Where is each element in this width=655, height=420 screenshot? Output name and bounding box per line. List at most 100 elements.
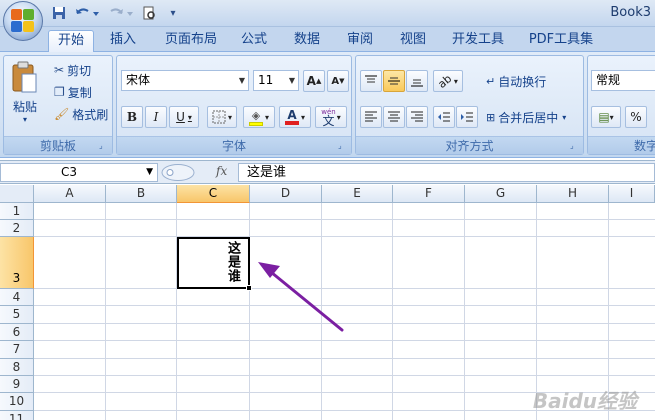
- tab-pdf-tools[interactable]: PDF工具集: [523, 30, 599, 52]
- format-painter-label: 格式刷: [72, 107, 109, 122]
- active-cell-c3[interactable]: 这是谁: [177, 237, 252, 291]
- row-header-11[interactable]: 11: [0, 411, 34, 420]
- gridline: [34, 340, 655, 341]
- row-header-2[interactable]: 2: [0, 220, 34, 237]
- formula-input[interactable]: 这是谁: [238, 163, 655, 182]
- merge-dropdown-icon: ▾: [562, 112, 567, 122]
- row-header-5[interactable]: 5: [0, 306, 34, 324]
- row-header-4[interactable]: 4: [0, 289, 34, 306]
- borders-button[interactable]: ▾: [207, 106, 237, 128]
- fill-handle[interactable]: [246, 285, 252, 291]
- shrink-font-button[interactable]: A ▼: [327, 70, 349, 92]
- merge-center-button[interactable]: ⊞ 合并后居中 ▾: [486, 108, 566, 126]
- font-name-select[interactable]: 宋体 ▼: [121, 70, 249, 91]
- column-header-e[interactable]: E: [322, 185, 393, 203]
- tab-home[interactable]: 开始: [48, 30, 94, 52]
- window-title: Book3: [610, 5, 651, 20]
- print-preview-icon[interactable]: [140, 4, 158, 22]
- row-header-3[interactable]: 3: [0, 237, 34, 289]
- font-name-value: 宋体: [126, 73, 151, 87]
- gridline: [34, 288, 655, 289]
- underline-button[interactable]: U ▾: [169, 106, 199, 128]
- worksheet-grid[interactable]: A B C D E F G H I 1 2 3 4 5 6 7 8 9 10 1…: [0, 185, 655, 420]
- tab-formulas[interactable]: 公式: [234, 30, 274, 52]
- percent-button[interactable]: %: [625, 106, 647, 128]
- insert-function-icon[interactable]: fx: [216, 164, 227, 178]
- orientation-icon: ab: [435, 71, 455, 91]
- expand-circle-icon[interactable]: [160, 163, 196, 182]
- column-header-h[interactable]: H: [537, 185, 609, 203]
- percent-icon: %: [630, 110, 642, 124]
- save-icon[interactable]: [50, 4, 68, 22]
- column-header-f[interactable]: F: [393, 185, 465, 203]
- align-center-button[interactable]: [383, 106, 405, 128]
- customize-qat-icon[interactable]: ▾: [166, 4, 180, 22]
- row-header-10[interactable]: 10: [0, 393, 34, 411]
- redo-icon[interactable]: [106, 4, 136, 22]
- font-size-select[interactable]: 11 ▼: [253, 70, 299, 91]
- name-box-value: C3: [61, 165, 78, 179]
- bottom-align-button[interactable]: [406, 70, 428, 92]
- row-header-8[interactable]: 8: [0, 359, 34, 376]
- align-right-button[interactable]: [406, 106, 428, 128]
- office-button[interactable]: [3, 1, 43, 41]
- tab-insert[interactable]: 插入: [103, 30, 143, 52]
- tab-view[interactable]: 视图: [393, 30, 433, 52]
- accounting-format-button[interactable]: ▤ ▾: [591, 106, 621, 128]
- tab-developer[interactable]: 开发工具: [445, 30, 511, 52]
- column-header-i[interactable]: I: [609, 185, 655, 203]
- phonetic-guide-button[interactable]: wén 文 ▾: [315, 106, 347, 128]
- italic-button[interactable]: I: [145, 106, 167, 128]
- paste-button[interactable]: 粘贴 ▾: [8, 60, 42, 130]
- title-bar: ▾ Book3: [0, 0, 655, 41]
- paste-dropdown-icon: ▾: [22, 115, 27, 124]
- row-header-6[interactable]: 6: [0, 324, 34, 341]
- cut-button[interactable]: ✂ 剪切: [54, 61, 91, 79]
- merge-center-label: 合并后居中: [498, 110, 559, 125]
- ribbon-tabs: 开始 插入 页面布局 公式 数据 审阅 视图 开发工具 PDF工具集: [0, 27, 655, 52]
- column-header-d[interactable]: D: [250, 185, 322, 203]
- align-left-button[interactable]: [360, 106, 382, 128]
- bold-button[interactable]: B: [121, 106, 143, 128]
- wrap-text-button[interactable]: ↵ 自动换行: [486, 72, 546, 90]
- grow-font-button[interactable]: A ▲: [303, 70, 325, 92]
- decrease-indent-button[interactable]: [433, 106, 455, 128]
- name-box-dropdown-icon: ▼: [146, 167, 153, 177]
- tab-page-layout[interactable]: 页面布局: [158, 30, 224, 52]
- fill-color-button[interactable]: ◈ ▾: [243, 106, 275, 128]
- middle-align-button[interactable]: [383, 70, 405, 92]
- name-box[interactable]: C3 ▼: [0, 163, 158, 182]
- row-header-9[interactable]: 9: [0, 376, 34, 393]
- format-painter-button[interactable]: 🖌 格式刷: [54, 105, 108, 123]
- cell-c3-text: 这是谁: [225, 241, 240, 283]
- column-header-g[interactable]: G: [465, 185, 537, 203]
- italic-icon: I: [153, 110, 159, 124]
- fill-bucket-icon: ◈: [248, 109, 263, 126]
- alignment-group-label: 对齐方式: [356, 136, 583, 154]
- cut-label: 剪切: [67, 63, 92, 78]
- orientation-button[interactable]: ab ▾: [433, 70, 463, 92]
- copy-button[interactable]: ❐ 复制: [54, 83, 92, 101]
- tab-data[interactable]: 数据: [287, 30, 327, 52]
- column-header-c[interactable]: C: [177, 185, 250, 203]
- column-header-b[interactable]: B: [106, 185, 177, 203]
- row-header-7[interactable]: 7: [0, 341, 34, 359]
- row-header-1[interactable]: 1: [0, 203, 34, 220]
- number-group-label: 数字: [588, 136, 655, 154]
- column-header-a[interactable]: A: [34, 185, 106, 203]
- undo-icon[interactable]: [72, 4, 102, 22]
- font-launcher-icon[interactable]: ⌟: [338, 141, 348, 151]
- number-format-select[interactable]: 常规: [591, 70, 655, 91]
- gridline: [34, 375, 655, 376]
- tab-review[interactable]: 审阅: [340, 30, 380, 52]
- alignment-group: ab ▾ ↵ 自动换行 ⊞ 合并后居中 ▾ 对齐方式 ⌟: [355, 55, 584, 155]
- middle-align-icon: [388, 77, 400, 85]
- increase-indent-button[interactable]: [456, 106, 478, 128]
- shrink-font-icon: A: [331, 75, 340, 87]
- font-color-button[interactable]: A ▾: [279, 106, 311, 128]
- select-all-corner[interactable]: [0, 185, 34, 203]
- top-align-button[interactable]: [360, 70, 382, 92]
- watermark-logo: Baidu经验: [532, 389, 637, 413]
- clipboard-launcher-icon[interactable]: ⌟: [99, 141, 109, 151]
- alignment-launcher-icon[interactable]: ⌟: [570, 141, 580, 151]
